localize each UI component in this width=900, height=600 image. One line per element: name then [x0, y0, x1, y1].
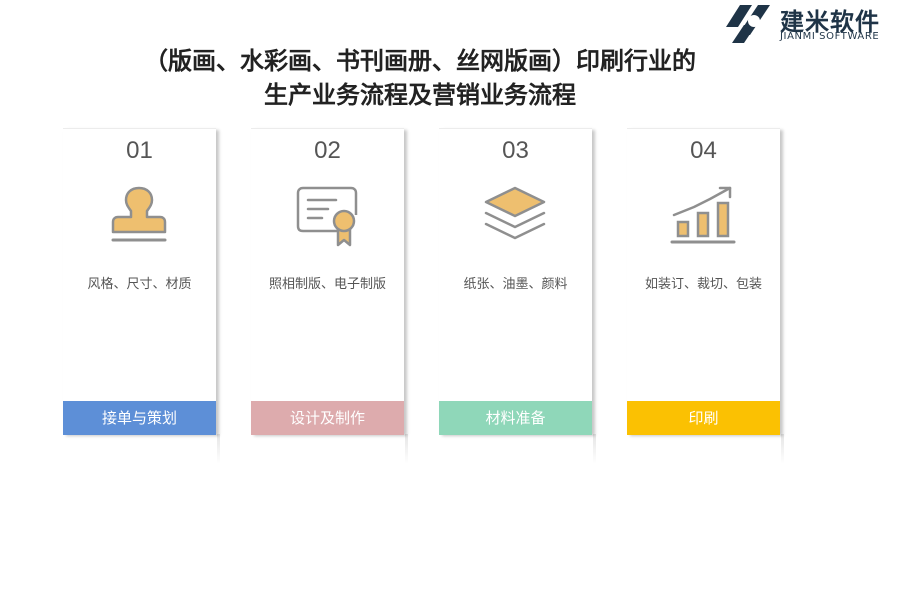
step-detail: 风格、尺寸、材质	[87, 277, 192, 292]
title-line-2: 生产业务流程及营销业务流程	[264, 80, 576, 109]
step-label-bar: 材料准备	[439, 401, 592, 435]
brand-name-en: JIANMI SOFTWARE	[780, 31, 880, 42]
brand-logo: 建米软件 JIANMI SOFTWARE	[722, 0, 900, 48]
title-line-1: （版画、水彩画、书刊画册、丝网版画）印刷行业的	[144, 46, 696, 75]
certificate-icon	[296, 186, 358, 247]
page-title: （版画、水彩画、书刊画册、丝网版画）印刷行业的 生产业务流程及营销业务流程	[40, 44, 800, 112]
layers-icon	[484, 186, 546, 240]
step-detail: 照相制版、电子制版	[268, 277, 386, 292]
step-number: 02	[314, 137, 341, 164]
step-card-3: 03 纸张、油墨、颜料 材料准备	[439, 128, 596, 464]
step-number: 03	[502, 137, 529, 164]
stamp-icon	[111, 186, 167, 242]
step-card-2: 02 照相制版、电子制版 设计及制作	[251, 128, 408, 464]
step-label-bar: 印刷	[627, 401, 780, 435]
step-number: 04	[690, 137, 717, 164]
step-label-bar: 设计及制作	[251, 401, 404, 435]
step-number: 01	[126, 137, 153, 164]
step-detail: 纸张、油墨、颜料	[463, 277, 568, 292]
step-label-bar: 接单与策划	[63, 401, 216, 435]
step-card-1: 01 风格、尺寸、材质 接单与策划	[63, 128, 220, 464]
step-detail: 如装订、裁切、包装	[644, 277, 762, 292]
growth-chart-icon	[670, 186, 736, 244]
step-card-4: 04 如装订、裁切、包装 印刷	[627, 128, 784, 464]
jianmi-logo-icon	[726, 5, 770, 43]
